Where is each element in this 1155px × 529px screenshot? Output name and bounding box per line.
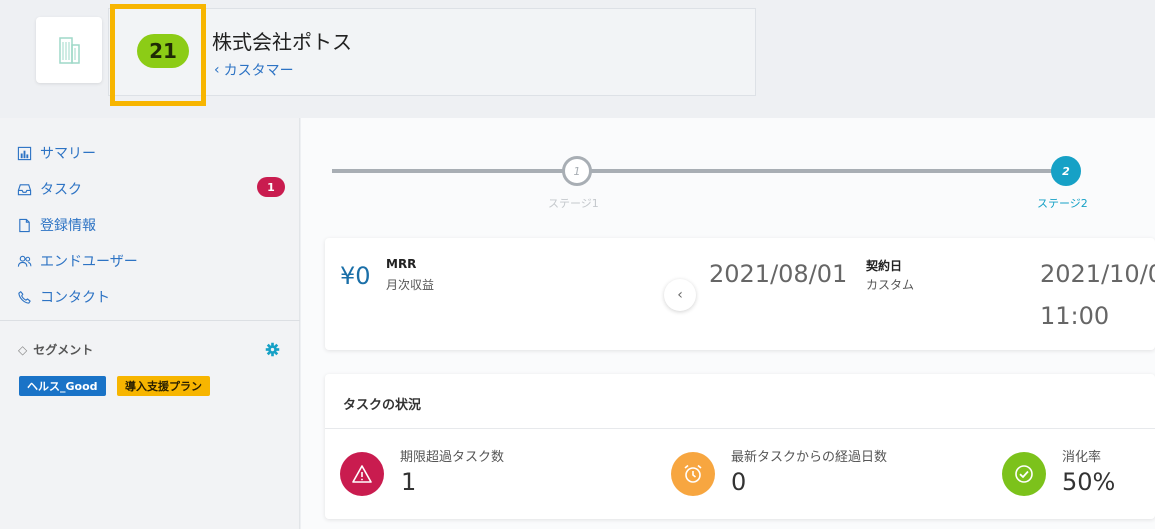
days-since-task-value: 0 — [731, 468, 747, 496]
gear-icon[interactable] — [265, 342, 280, 357]
sidebar-divider — [0, 320, 300, 321]
inbox-icon — [16, 181, 32, 197]
company-logo — [36, 17, 102, 83]
sidebar-item-end-users[interactable]: エンドユーザー — [16, 251, 138, 271]
back-to-customers-link[interactable]: ‹ カスタマー — [214, 60, 294, 80]
company-name: 株式会社ポトス — [212, 30, 352, 54]
mrr-value: ¥0 — [340, 262, 371, 290]
chart-icon — [16, 145, 32, 161]
sidebar-item-label: サマリー — [40, 146, 96, 162]
completion-rate-label: 消化率 — [1062, 450, 1102, 465]
stage-2-label: ステージ2 — [1037, 197, 1088, 210]
overdue-tasks-label: 期限超過タスク数 — [400, 450, 505, 465]
chevron-left-icon: ‹ — [677, 287, 683, 303]
mrr-label: MRR — [386, 257, 417, 271]
segment-label-text: セグメント — [33, 343, 94, 357]
score-highlight-frame — [110, 4, 206, 106]
sidebar-item-label: コンタクト — [40, 290, 110, 306]
task-status-divider — [325, 428, 1155, 429]
stage-1-label: ステージ1 — [548, 197, 599, 210]
document-icon — [16, 217, 32, 233]
contract-date-sublabel: カスタム — [866, 278, 915, 292]
chevron-left-icon: ‹ — [214, 62, 220, 78]
stage-1-marker[interactable]: 1 — [562, 156, 592, 186]
check-circle-icon — [1002, 452, 1046, 496]
building-icon — [59, 37, 80, 64]
users-icon — [16, 253, 32, 269]
phone-icon — [16, 289, 32, 305]
segment-label: ◇ セグメント — [18, 341, 93, 358]
back-link-label: カスタマー — [223, 63, 294, 79]
contract-time-value: 11:00 — [1040, 302, 1110, 330]
tag-icon: ◇ — [18, 342, 28, 357]
task-status-title: タスクの状況 — [343, 398, 422, 413]
mrr-sublabel: 月次収益 — [386, 278, 435, 292]
warning-icon — [340, 452, 384, 496]
stage-progress-line — [332, 169, 1077, 173]
segment-tag-plan[interactable]: 導入支援プラン — [117, 376, 210, 396]
contract-date-value: 2021/10/01 — [1040, 260, 1155, 288]
start-date-value: 2021/08/01 — [709, 260, 848, 288]
sidebar-item-contacts[interactable]: コンタクト — [16, 287, 110, 307]
summary-card — [325, 238, 1155, 350]
stage-2-marker[interactable]: 2 — [1051, 156, 1081, 186]
completion-rate-value: 50% — [1062, 468, 1116, 496]
alarm-clock-icon — [671, 452, 715, 496]
carousel-prev-button[interactable]: ‹ — [664, 279, 696, 311]
days-since-task-label: 最新タスクからの経過日数 — [731, 450, 888, 465]
sidebar-item-label: エンドユーザー — [40, 254, 138, 270]
sidebar-item-tasks[interactable]: タスク — [16, 179, 82, 199]
sidebar-item-label: タスク — [40, 182, 82, 198]
sidebar-item-summary[interactable]: サマリー — [16, 143, 96, 163]
segment-tag-health[interactable]: ヘルス_Good — [19, 376, 106, 396]
contract-date-label: 契約日 — [866, 259, 903, 273]
customer-header: 21 株式会社ポトス ‹ カスタマー — [0, 0, 1155, 118]
tasks-count-badge: 1 — [257, 177, 285, 197]
sidebar-item-registration[interactable]: 登録情報 — [16, 215, 96, 235]
overdue-tasks-value: 1 — [401, 468, 417, 496]
sidebar-item-label: 登録情報 — [40, 218, 96, 234]
